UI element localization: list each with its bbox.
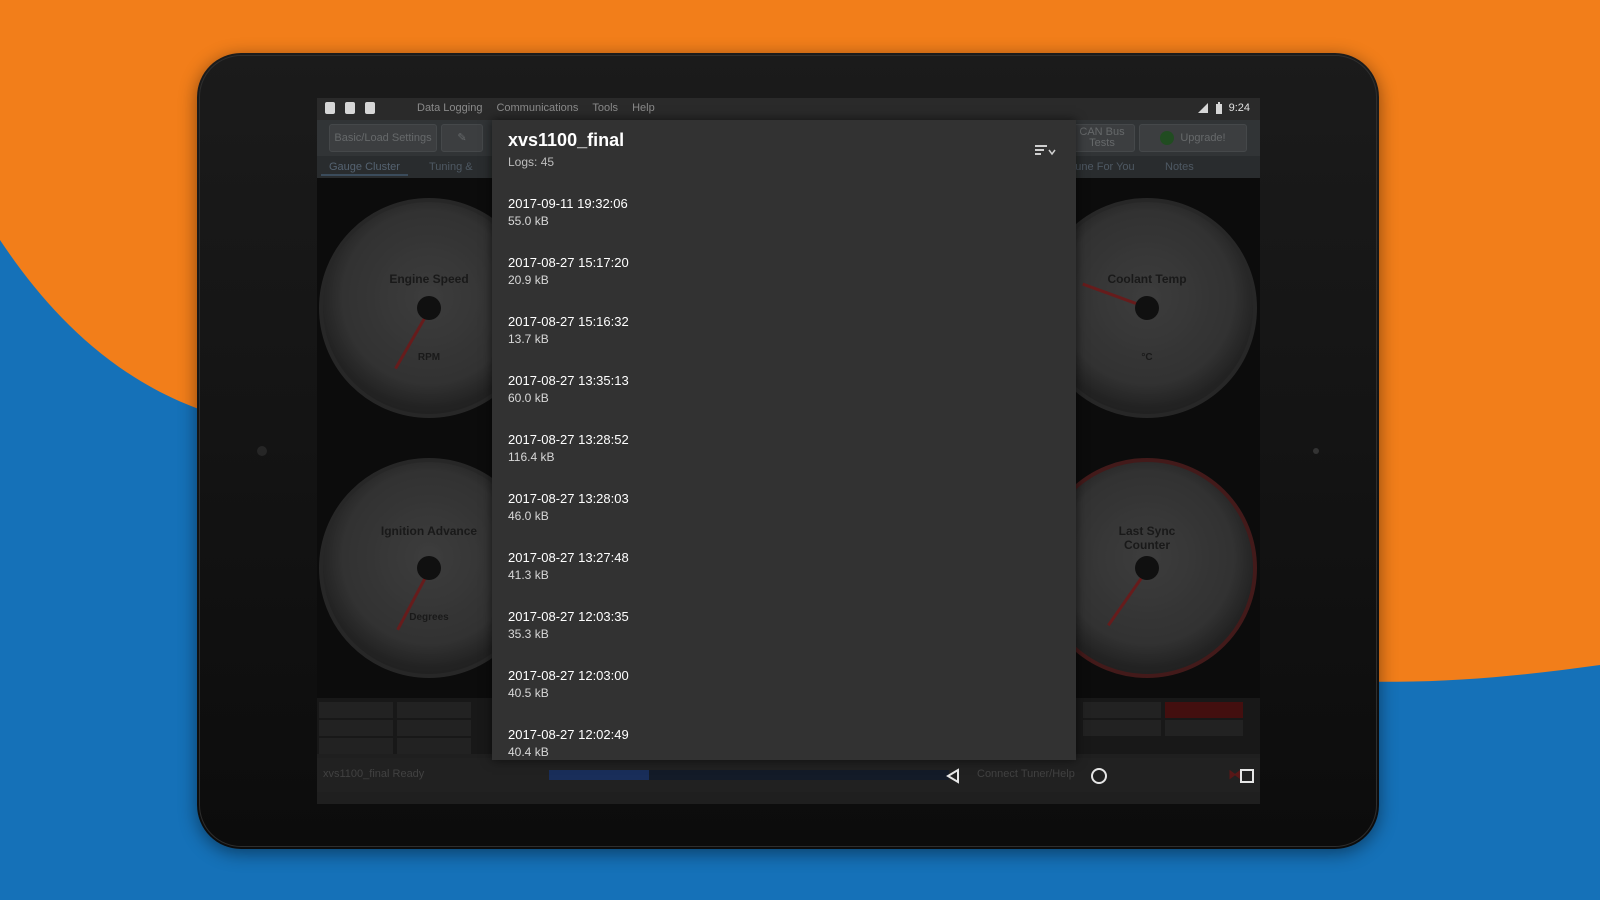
log-item[interactable]: 2017-08-27 15:16:32 13.7 kB <box>508 314 1068 373</box>
log-date: 2017-08-27 13:28:03 <box>508 491 629 506</box>
dialog-subtitle: Logs: 45 <box>508 155 555 169</box>
log-size: 116.4 kB <box>508 450 555 464</box>
menu-communications[interactable]: Communications <box>496 102 578 114</box>
app-notification-icon <box>365 102 375 114</box>
log-item[interactable]: 2017-08-27 13:27:48 41.3 kB <box>508 550 1068 609</box>
back-button[interactable] <box>941 764 965 788</box>
log-item[interactable]: 2017-08-27 12:02:49 40.4 kB <box>508 727 1068 760</box>
log-size: 41.3 kB <box>508 568 549 582</box>
log-date: 2017-08-27 13:35:13 <box>508 373 629 388</box>
clock: 9:24 <box>1228 102 1250 114</box>
log-date: 2017-08-27 12:03:35 <box>508 609 629 624</box>
tablet-screen: Data Logging Communications Tools Help 9… <box>317 98 1260 804</box>
recents-button[interactable] <box>1235 764 1259 788</box>
log-date: 2017-09-11 19:32:06 <box>508 196 628 211</box>
log-size: 40.4 kB <box>508 745 549 759</box>
menu-help[interactable]: Help <box>632 102 655 114</box>
app-menu: Data Logging Communications Tools Help <box>417 102 655 114</box>
sd-card-icon <box>345 102 355 114</box>
camera-icon <box>257 446 267 456</box>
back-icon <box>946 768 959 784</box>
log-date: 2017-08-27 13:28:52 <box>508 432 629 447</box>
log-size: 20.9 kB <box>508 273 549 287</box>
log-item[interactable]: 2017-08-27 12:03:35 35.3 kB <box>508 609 1068 668</box>
log-item[interactable]: 2017-08-27 13:28:03 46.0 kB <box>508 491 1068 550</box>
log-size: 13.7 kB <box>508 332 549 346</box>
status-bar: Data Logging Communications Tools Help 9… <box>317 98 1260 120</box>
home-button[interactable] <box>1087 764 1111 788</box>
log-size: 60.0 kB <box>508 391 549 405</box>
sort-icon[interactable] <box>1034 142 1056 158</box>
log-date: 2017-08-27 12:03:00 <box>508 668 629 683</box>
log-date: 2017-08-27 13:27:48 <box>508 550 629 565</box>
log-item[interactable]: 2017-08-27 13:28:52 116.4 kB <box>508 432 1068 491</box>
android-nav-bar <box>647 758 1254 792</box>
log-item[interactable]: 2017-08-27 13:35:13 60.0 kB <box>508 373 1068 432</box>
log-date: 2017-08-27 12:02:49 <box>508 727 629 742</box>
signal-icon <box>1197 103 1208 113</box>
log-size: 46.0 kB <box>508 509 549 523</box>
log-date: 2017-08-27 15:17:20 <box>508 255 629 270</box>
home-icon <box>1091 768 1107 784</box>
log-size: 40.5 kB <box>508 686 549 700</box>
notification-icon <box>325 102 335 114</box>
log-item[interactable]: 2017-09-11 19:32:06 55.0 kB <box>508 196 1068 255</box>
menu-data-logging[interactable]: Data Logging <box>417 102 482 114</box>
recents-icon <box>1240 769 1254 783</box>
log-item[interactable]: 2017-08-27 12:03:00 40.5 kB <box>508 668 1068 727</box>
battery-icon <box>1215 102 1222 114</box>
log-list-dialog: xvs1100_final Logs: 45 2017-09-11 19:32:… <box>492 120 1076 760</box>
sensor-icon <box>1313 448 1319 454</box>
log-list: 2017-09-11 19:32:06 55.0 kB 2017-08-27 1… <box>508 196 1068 760</box>
dialog-title: xvs1100_final <box>508 130 625 150</box>
log-item[interactable]: 2017-08-27 15:17:20 20.9 kB <box>508 255 1068 314</box>
menu-tools[interactable]: Tools <box>592 102 618 114</box>
log-date: 2017-08-27 15:16:32 <box>508 314 629 329</box>
log-size: 55.0 kB <box>508 214 549 228</box>
log-size: 35.3 kB <box>508 627 549 641</box>
